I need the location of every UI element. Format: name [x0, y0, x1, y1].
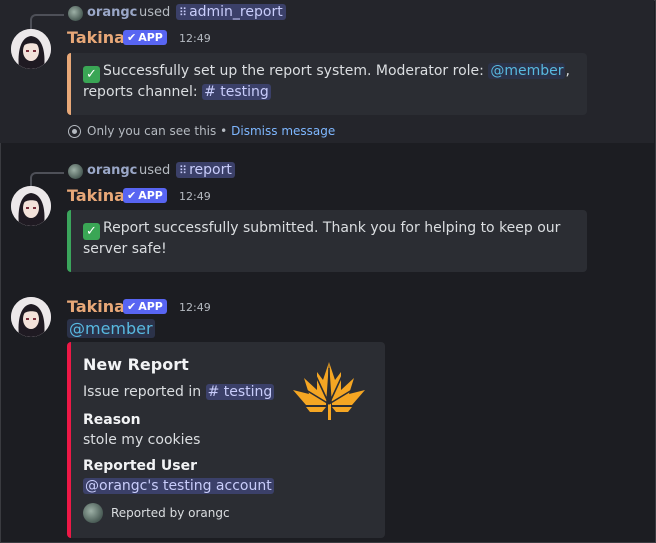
- role-mention[interactable]: @member: [67, 319, 155, 338]
- app-badge: ✔ APP: [123, 188, 167, 203]
- dismiss-message-link[interactable]: Dismiss message: [231, 124, 335, 138]
- message-text-part: Report successfully submitted. Thank you…: [83, 220, 561, 257]
- reply-branch-line: [30, 14, 64, 30]
- channel-mention[interactable]: # testing: [202, 84, 271, 100]
- accent-bar: [67, 53, 71, 115]
- avatar[interactable]: [11, 29, 51, 69]
- ref-user-avatar[interactable]: [68, 164, 83, 179]
- slash-command-icon: ⠿: [179, 6, 188, 19]
- slash-command-chip[interactable]: ⠿ admin_report: [176, 4, 286, 20]
- ref-username[interactable]: orangc: [87, 5, 137, 20]
- verified-check-icon: ✔: [127, 300, 137, 313]
- user-mention[interactable]: @orangc's testing account: [83, 478, 274, 494]
- verified-check-icon: ✔: [127, 189, 137, 202]
- message-text: ✓ Report successfully submitted. Thank yo…: [83, 219, 573, 258]
- message-container: ✓ Successfully set up the report system. …: [67, 53, 587, 115]
- channel-mention[interactable]: # testing: [205, 384, 275, 400]
- check-emoji-icon: ✓: [83, 66, 100, 83]
- report-embed: New Report Issue reported in # testing R…: [67, 342, 385, 538]
- field-name-reported-user: Reported User: [83, 458, 198, 474]
- slash-command-icon: ⠿: [179, 164, 188, 177]
- embed-accent-bar: [67, 342, 71, 538]
- avatar[interactable]: [11, 297, 51, 337]
- field-name-reason: Reason: [83, 412, 141, 428]
- verified-check-icon: ✔: [127, 31, 137, 44]
- eye-icon: [68, 124, 81, 138]
- avatar[interactable]: [11, 186, 51, 226]
- embed-description: Issue reported in # testing: [83, 384, 275, 400]
- ephemeral-note: Only you can see this •: [87, 124, 228, 138]
- message-text-part: ,: [565, 63, 570, 79]
- embed-title: New Report: [83, 355, 189, 374]
- message-text-part: Successfully set up the report system. M…: [103, 63, 489, 79]
- ref-used-text: used: [139, 5, 171, 20]
- footer-text: Reported by orangc: [111, 506, 230, 520]
- timestamp[interactable]: 12:49: [179, 190, 211, 203]
- maple-leaf-icon[interactable]: [292, 360, 367, 422]
- app-badge: ✔ APP: [123, 299, 167, 314]
- slash-command-chip[interactable]: ⠿ report: [176, 162, 235, 178]
- footer-avatar: [83, 503, 103, 523]
- message-container: ✓ Report successfully submitted. Thank yo…: [67, 210, 587, 272]
- check-emoji-icon: ✓: [83, 223, 100, 240]
- field-value-reason: stole my cookies: [83, 432, 201, 448]
- timestamp[interactable]: 12:49: [179, 301, 211, 314]
- field-value-reported-user: @orangc's testing account: [83, 478, 274, 494]
- app-badge-label: APP: [138, 300, 163, 313]
- author-name[interactable]: Takina: [67, 28, 125, 47]
- ref-user-avatar[interactable]: [68, 6, 83, 21]
- command-name: report: [189, 162, 232, 178]
- app-badge-label: APP: [138, 189, 163, 202]
- command-name: admin_report: [189, 4, 283, 20]
- embed-desc-text: Issue reported in: [83, 384, 206, 400]
- message-text: ✓ Successfully set up the report system. …: [83, 62, 573, 101]
- app-badge: ✔ APP: [123, 30, 167, 45]
- timestamp[interactable]: 12:49: [179, 32, 211, 45]
- app-badge-label: APP: [138, 31, 163, 44]
- ref-used-text: used: [139, 163, 171, 178]
- message-text-part: reports channel:: [83, 84, 203, 100]
- author-name[interactable]: Takina: [67, 297, 125, 316]
- embed-footer: Reported by orangc: [83, 503, 230, 523]
- author-name[interactable]: Takina: [67, 186, 125, 205]
- ref-username[interactable]: orangc: [87, 163, 137, 178]
- role-mention[interactable]: @member: [488, 63, 566, 79]
- ephemeral-notice: Only you can see this • Dismiss message: [68, 124, 335, 138]
- accent-bar: [67, 210, 71, 272]
